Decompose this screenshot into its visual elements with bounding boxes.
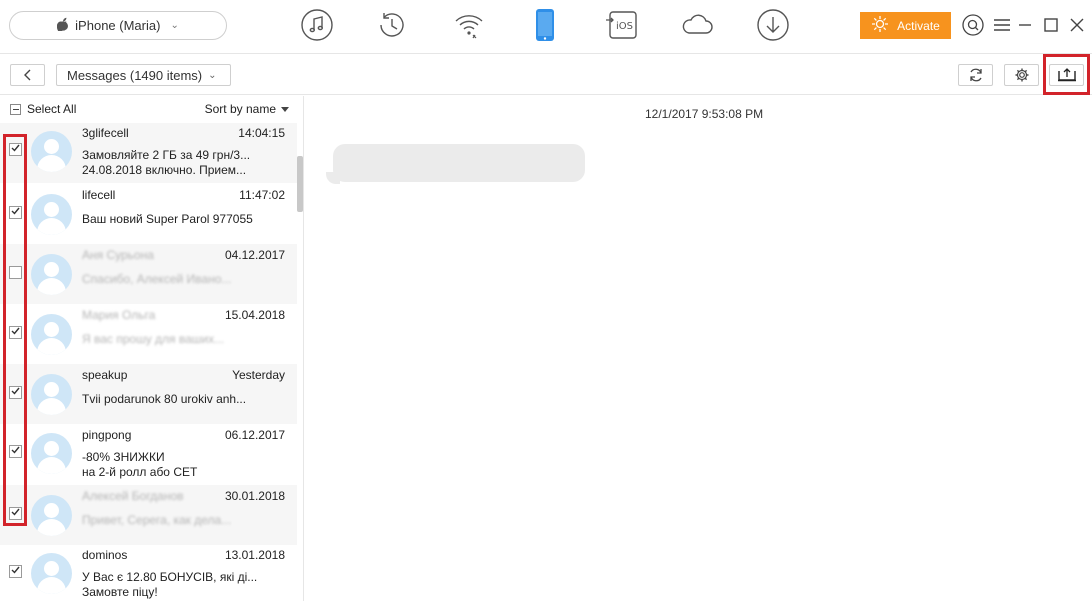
message-preview: Спасибо, Алексей Ивано... xyxy=(82,272,262,287)
preview-line-1: Замовляйте 2 ГБ за 49 грн/3... xyxy=(82,148,251,162)
message-thread-row[interactable]: 3glifecell 14:04:15 Замовляйте 2 ГБ за 49 … xyxy=(0,123,297,183)
preview-line-1: Я вас прошу для ваших... xyxy=(82,332,225,346)
message-time: 15.04.2018 xyxy=(224,308,285,322)
contact-name: 3glifecell xyxy=(82,126,129,140)
contact-name: Аня Сурьона xyxy=(82,248,154,262)
message-preview: У Вас є 12.80 БОНУСІВ, які ді... Замовте … xyxy=(82,570,262,600)
message-time: 14:04:15 xyxy=(238,126,285,140)
message-thread-row[interactable]: Алексей Богданов 30.01.2018 Привет, Серега… xyxy=(0,485,297,545)
maximize-icon[interactable] xyxy=(1040,14,1062,36)
close-icon[interactable] xyxy=(1066,14,1088,36)
checkbox-column-highlight xyxy=(3,134,27,526)
sort-dropdown[interactable]: Sort by name xyxy=(205,102,289,116)
menu-icon[interactable] xyxy=(991,14,1013,36)
refresh-button[interactable] xyxy=(958,64,993,86)
to-ios-label: iOS xyxy=(616,21,633,32)
checkmark-icon xyxy=(11,566,20,577)
contact-name: dominos xyxy=(82,548,128,562)
message-thread-row[interactable]: speakup Yesterday Tvii podarunok 80 urokiv… xyxy=(0,364,297,424)
chevron-down-icon: ⌄ xyxy=(170,20,179,31)
sun-icon xyxy=(871,15,889,36)
preview-line-2: 24.08.2018 включно. Прием... xyxy=(82,163,247,177)
gear-icon xyxy=(1015,68,1028,82)
message-thread-row[interactable]: Мария Ольга 15.04.2018 Я вас прошу для ваш… xyxy=(0,304,297,364)
row-checkbox[interactable] xyxy=(9,565,22,578)
contact-name: Мария Ольга xyxy=(82,308,156,322)
apple-icon xyxy=(56,17,69,34)
contact-name: lifecell xyxy=(82,188,116,202)
message-time: Yesterday xyxy=(232,368,285,382)
select-all-checkbox[interactable] xyxy=(10,103,21,115)
avatar xyxy=(31,433,72,474)
message-thread-row[interactable]: dominos 13.01.2018 У Вас є 12.80 БОНУСІВ, … xyxy=(0,545,297,601)
message-thread-row[interactable]: lifecell 11:47:02 Ваш новий Super Parol 97… xyxy=(0,184,297,244)
select-all-label[interactable]: Select All xyxy=(27,102,76,116)
activate-label: Activate xyxy=(897,18,940,33)
message-thread-row[interactable]: Аня Сурьона 04.12.2017 Спасибо, Алексей Ив… xyxy=(0,244,297,304)
avatar xyxy=(31,374,72,415)
contact-name: speakup xyxy=(82,368,128,382)
message-preview: -80% ЗНИЖКИ на 2-й ролл або СЕТ xyxy=(82,450,262,480)
message-preview: Tvii podarunok 80 urokiv anh... xyxy=(82,392,262,407)
message-date: 12/1/2017 9:53:08 PM xyxy=(645,107,764,121)
refresh-icon xyxy=(969,68,982,82)
preview-line-1: У Вас є 12.80 БОНУСІВ, які ді... xyxy=(82,570,258,584)
wifi-icon[interactable] xyxy=(451,7,487,43)
back-button[interactable] xyxy=(10,64,45,86)
to-ios-icon[interactable]: iOS xyxy=(604,7,640,43)
scrollbar-thumb[interactable] xyxy=(297,156,303,212)
preview-line-1: Привет, Серега, как дела... xyxy=(82,513,232,527)
sort-label: Sort by name xyxy=(204,102,276,116)
settings-button[interactable] xyxy=(1004,64,1039,86)
message-time: 11:47:02 xyxy=(239,188,285,202)
avatar xyxy=(31,254,72,295)
message-bubble xyxy=(333,144,585,182)
conversation-panel: 12/1/2017 9:53:08 PM xyxy=(305,96,1092,601)
category-label: Messages (1490 items) xyxy=(67,67,203,83)
contact-name: Алексей Богданов xyxy=(82,489,184,503)
contact-name: pingpong xyxy=(82,428,132,442)
cloud-icon[interactable] xyxy=(679,7,715,43)
minimize-icon[interactable] xyxy=(1014,14,1036,36)
list-header: Select All Sort by name xyxy=(0,96,303,122)
message-preview: Привет, Серега, как дела... xyxy=(82,513,262,528)
message-list-panel: Select All Sort by name 3glifecell 14:04:… xyxy=(0,96,304,601)
avatar xyxy=(31,131,72,172)
preview-line-1: Спасибо, Алексей Ивано... xyxy=(82,272,232,286)
avatar xyxy=(31,553,72,594)
history-icon[interactable] xyxy=(374,7,410,43)
message-thread-row[interactable]: pingpong 06.12.2017 -80% ЗНИЖКИ на 2-й ролл… xyxy=(0,425,297,485)
preview-line-2: на 2-й ролл або СЕТ xyxy=(82,465,198,479)
message-preview: Я вас прошу для ваших... xyxy=(82,332,262,347)
message-time: 04.12.2017 xyxy=(224,248,285,262)
chevron-down-icon: ⌄ xyxy=(208,69,217,81)
download-icon[interactable] xyxy=(755,7,791,43)
phone-icon[interactable] xyxy=(527,7,563,43)
device-name: iPhone (Maria) xyxy=(75,18,161,33)
preview-line-1: Tvii podarunok 80 urokiv anh... xyxy=(82,392,247,406)
message-preview: Ваш новий Super Parol 977055 xyxy=(82,212,262,227)
avatar xyxy=(31,495,72,536)
message-time: 30.01.2018 xyxy=(224,489,285,503)
activate-button[interactable]: Activate xyxy=(860,12,951,39)
preview-line-1: -80% ЗНИЖКИ xyxy=(82,450,165,464)
content-toolbar: Messages (1490 items) ⌄ xyxy=(0,55,1092,95)
message-time: 13.01.2018 xyxy=(224,548,285,562)
caret-down-icon xyxy=(281,106,289,112)
music-icon[interactable] xyxy=(299,7,335,43)
avatar xyxy=(31,314,72,355)
avatar xyxy=(31,194,72,235)
device-selector[interactable]: iPhone (Maria) ⌄ xyxy=(9,11,227,40)
message-preview: Замовляйте 2 ГБ за 49 грн/3... 24.08.2018… xyxy=(82,148,262,178)
export-button-highlight xyxy=(1043,54,1090,95)
chevron-left-icon xyxy=(23,69,30,81)
message-time: 06.12.2017 xyxy=(224,428,285,442)
category-selector[interactable]: Messages (1490 items) ⌄ xyxy=(56,64,231,86)
search-icon[interactable] xyxy=(962,14,984,36)
preview-line-1: Ваш новий Super Parol 977055 xyxy=(82,212,253,226)
preview-line-2: Замовте піцу! xyxy=(82,585,158,599)
top-toolbar: iPhone (Maria) ⌄ iOS Activate xyxy=(0,0,1092,54)
